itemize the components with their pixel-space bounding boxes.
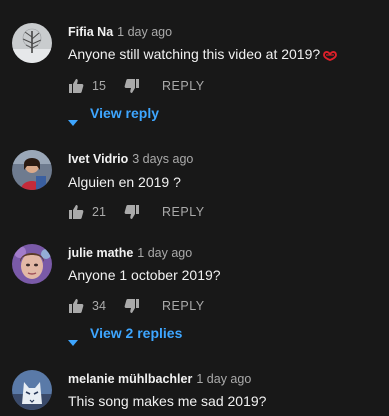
wolf-avatar-icon[interactable] — [12, 370, 52, 410]
view-replies-label: View 2 replies — [90, 325, 183, 341]
reply-button[interactable]: REPLY — [162, 298, 205, 314]
caret-down-icon — [68, 111, 78, 131]
comment-time[interactable]: 1 day ago — [196, 372, 251, 386]
comment-actions: 15 REPLY — [68, 76, 268, 96]
comment-author[interactable]: julie mathe — [68, 246, 133, 260]
comment-text-content: This song makes me sad 2019? — [68, 393, 267, 409]
comment-author[interactable]: melanie mühlbachler — [68, 372, 192, 386]
comment-actions: 21 REPLY — [68, 202, 268, 222]
comment-text-content: Anyone still watching this video at 2019… — [68, 46, 321, 62]
comment-text-content: Anyone 1 october 2019? — [68, 267, 221, 283]
person-avatar-icon[interactable] — [12, 150, 52, 190]
comment-header: Ivet Vidrio 3 days ago — [68, 151, 193, 167]
comment-text: Anyone 1 october 2019? — [68, 265, 221, 285]
reply-button[interactable]: REPLY — [162, 78, 205, 94]
snowy-tree-avatar-icon[interactable] — [12, 23, 52, 63]
like-count: 34 — [92, 299, 106, 313]
comment-author[interactable]: Fifia Na — [68, 25, 113, 39]
comments-list: Fifia Na 1 day ago Anyone still watching … — [0, 0, 389, 416]
comment-time[interactable]: 1 day ago — [117, 25, 172, 39]
like-count: 15 — [92, 79, 106, 93]
face-avatar-icon[interactable] — [12, 244, 52, 284]
heart-emoji-icon — [322, 46, 338, 66]
view-replies-button[interactable]: View 2 replies — [68, 323, 228, 346]
thumbs-down-icon[interactable] — [124, 298, 140, 317]
comment-text-content: Alguien en 2019 ? — [68, 174, 181, 190]
thumbs-down-icon[interactable] — [124, 78, 140, 97]
reply-button[interactable]: REPLY — [162, 204, 205, 220]
thumbs-down-icon[interactable] — [124, 204, 140, 223]
comment-time[interactable]: 3 days ago — [132, 152, 193, 166]
comment-actions: 34 REPLY — [68, 296, 268, 316]
comment-author[interactable]: Ivet Vidrio — [68, 152, 128, 166]
view-replies-button[interactable]: View reply — [68, 103, 228, 126]
comment-text: Anyone still watching this video at 2019… — [68, 44, 338, 66]
comment-header: Fifia Na 1 day ago — [68, 24, 172, 40]
comment-text: This song makes me sad 2019? — [68, 391, 266, 411]
caret-down-icon — [68, 331, 78, 351]
thumbs-up-icon[interactable] — [68, 78, 84, 97]
thumbs-up-icon[interactable] — [68, 298, 84, 317]
comment-header: melanie mühlbachler 1 day ago — [68, 371, 251, 387]
thumbs-up-icon[interactable] — [68, 204, 84, 223]
comment-header: julie mathe 1 day ago — [68, 245, 192, 261]
view-replies-label: View reply — [90, 105, 160, 121]
comment-text: Alguien en 2019 ? — [68, 172, 181, 192]
like-count: 21 — [92, 205, 106, 219]
comment-time[interactable]: 1 day ago — [137, 246, 192, 260]
